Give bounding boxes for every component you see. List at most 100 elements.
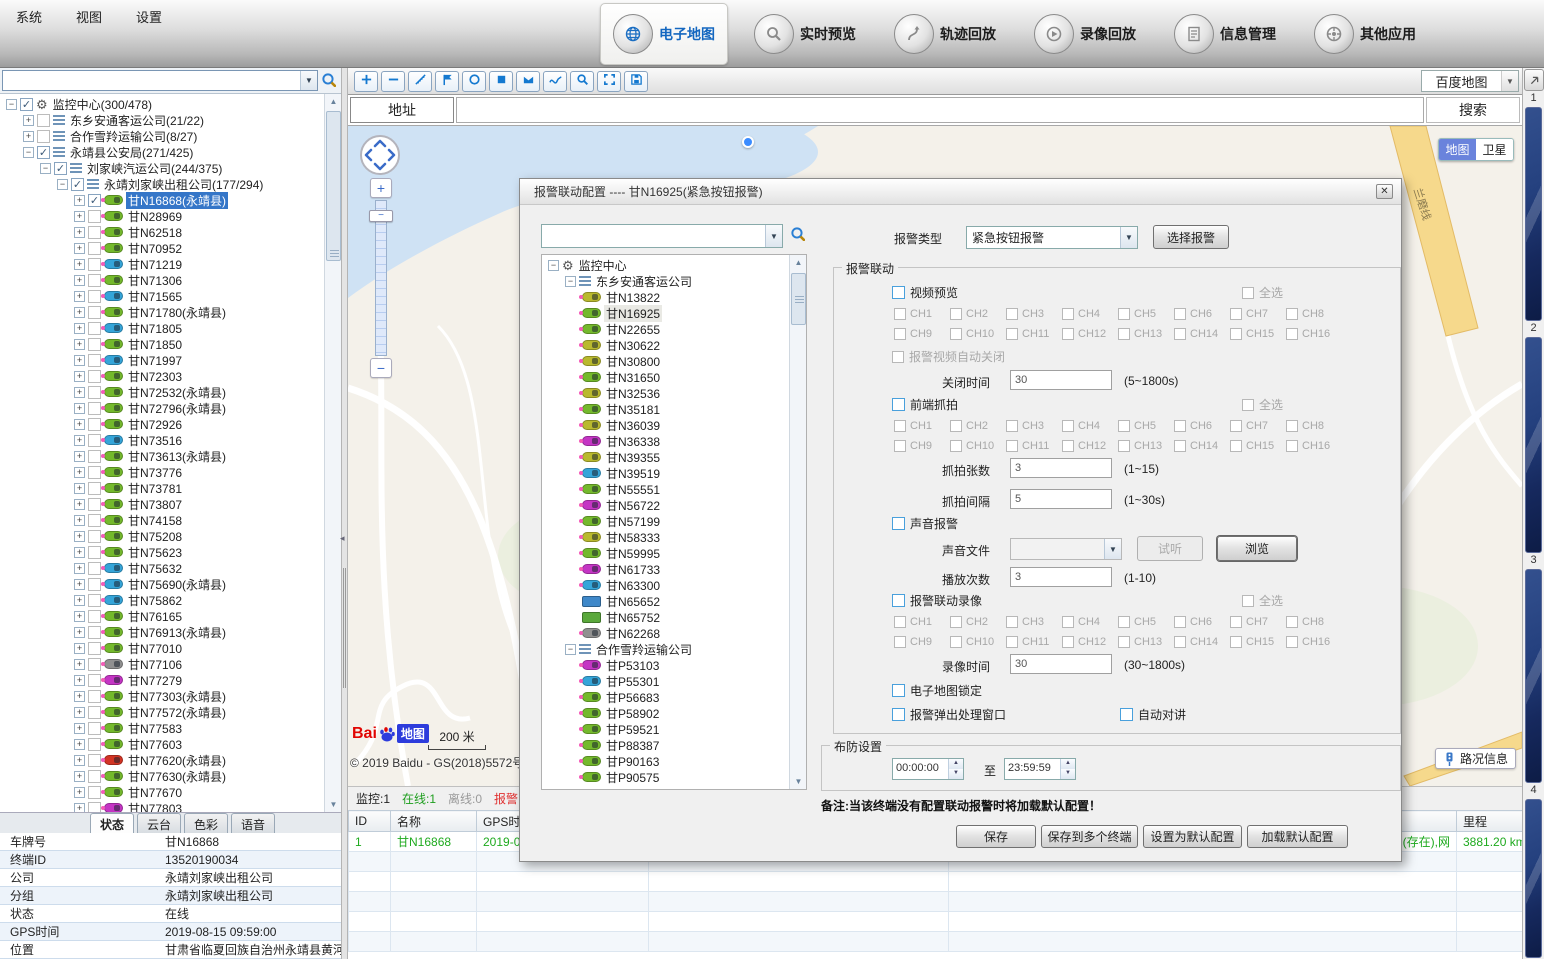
tree-item[interactable]: +甘N77583 (0, 720, 341, 736)
tree-item[interactable]: +甘N70952 (0, 240, 341, 256)
tree-item[interactable]: −✓刘家峡汽运公司(244/375) (0, 160, 341, 176)
close-icon[interactable]: ✕ (1376, 184, 1393, 199)
channel-checkbox[interactable]: CH1 (894, 304, 950, 324)
snap-interval-input[interactable] (1010, 489, 1112, 509)
channel-checkbox[interactable]: CH1 (894, 612, 950, 632)
tree-item[interactable]: 甘N39519 (542, 465, 806, 481)
channel-checkbox[interactable]: CH13 (1118, 324, 1174, 344)
record-time-input[interactable] (1010, 654, 1112, 674)
tree-item[interactable]: +甘N77603 (0, 736, 341, 752)
tree-item[interactable]: +甘N73807 (0, 496, 341, 512)
expand-icon[interactable]: + (74, 451, 85, 462)
tree-item[interactable]: +甘N77572(永靖县) (0, 704, 341, 720)
expand-icon[interactable]: + (74, 659, 85, 670)
tree-item-checkbox[interactable] (88, 690, 101, 703)
auto-talk-checkbox[interactable]: 自动对讲 (1120, 706, 1186, 723)
tree-item-checkbox[interactable] (88, 530, 101, 543)
defense-end-spinner[interactable]: 23:59:59 ▲▼ (1004, 758, 1076, 780)
tree-item-checkbox[interactable] (88, 514, 101, 527)
rectangle-tool-button[interactable] (489, 71, 513, 92)
measure-button[interactable] (408, 71, 432, 92)
address-input[interactable] (456, 97, 1424, 123)
tree-item[interactable]: +甘N77010 (0, 640, 341, 656)
channel-checkbox[interactable]: CH9 (894, 324, 950, 344)
zoom-slider-handle[interactable]: − (369, 210, 393, 222)
tree-item-checkbox[interactable] (88, 706, 101, 719)
pan-control[interactable] (358, 133, 402, 180)
tree-item[interactable]: +甘N72532(永靖县) (0, 384, 341, 400)
tree-item[interactable]: +甘N72926 (0, 416, 341, 432)
expand-icon[interactable]: + (74, 499, 85, 510)
map-zoom-in-button[interactable]: + (370, 178, 392, 198)
sound-file-select[interactable]: ▼ (1010, 538, 1122, 560)
tree-item[interactable]: 甘N57199 (542, 513, 806, 529)
tree-item[interactable]: 甘N22655 (542, 321, 806, 337)
tree-item[interactable]: +甘N75208 (0, 528, 341, 544)
tree-item[interactable]: 甘N30622 (542, 337, 806, 353)
panel-splitter[interactable]: ◂ (341, 68, 348, 959)
tree-item[interactable]: 甘N56722 (542, 497, 806, 513)
collapse-icon[interactable]: − (6, 99, 17, 110)
expand-icon[interactable]: + (74, 563, 85, 574)
expand-icon[interactable]: + (74, 787, 85, 798)
tree-item[interactable]: +甘N75862 (0, 592, 341, 608)
channel-checkbox[interactable]: CH13 (1118, 436, 1174, 456)
tree-item[interactable]: +甘N76913(永靖县) (0, 624, 341, 640)
polyline-tool-button[interactable] (543, 71, 567, 92)
channel-checkbox[interactable]: CH1 (894, 416, 950, 436)
channel-checkbox[interactable]: CH3 (1006, 416, 1062, 436)
expand-icon[interactable]: + (74, 371, 85, 382)
tree-item[interactable]: +甘N77630(永靖县) (0, 768, 341, 784)
channel-checkbox[interactable]: CH8 (1286, 304, 1342, 324)
tree-item-checkbox[interactable] (88, 418, 101, 431)
channel-checkbox[interactable]: CH8 (1286, 416, 1342, 436)
polygon-tool-button[interactable] (516, 71, 540, 92)
expand-icon[interactable]: + (74, 275, 85, 286)
tree-item-checkbox[interactable] (88, 594, 101, 607)
chevron-down-icon[interactable]: ▼ (300, 71, 317, 90)
channel-checkbox[interactable]: CH2 (950, 304, 1006, 324)
select-alarm-button[interactable]: 选择报警 (1153, 225, 1229, 249)
tree-item[interactable]: +甘N77279 (0, 672, 341, 688)
expand-icon[interactable]: + (74, 195, 85, 206)
channel-checkbox[interactable]: CH6 (1174, 612, 1230, 632)
expand-icon[interactable]: + (74, 307, 85, 318)
tree-item-checkbox[interactable] (37, 130, 50, 143)
tree-item-checkbox[interactable] (88, 226, 101, 239)
tree-item-checkbox[interactable] (88, 306, 101, 319)
tree-item[interactable]: +甘N75690(永靖县) (0, 576, 341, 592)
channel-checkbox[interactable]: CH10 (950, 632, 1006, 652)
tree-item[interactable]: +甘N77620(永靖县) (0, 752, 341, 768)
tree-search-combo[interactable]: ▼ (2, 70, 318, 91)
dialog-titlebar[interactable]: 报警联动配置 ---- 甘N16925(紧急按钮报警) ✕ (520, 179, 1401, 205)
tree-item[interactable]: +甘N75623 (0, 544, 341, 560)
expand-icon[interactable]: + (74, 707, 85, 718)
collapse-left-icon[interactable]: ◂ (340, 533, 345, 544)
channel-checkbox[interactable]: CH10 (950, 324, 1006, 344)
tab-色彩[interactable]: 色彩 (184, 813, 228, 833)
tree-item[interactable]: 甘P56683 (542, 689, 806, 705)
expand-icon[interactable]: + (23, 131, 34, 142)
video-pane[interactable] (1525, 337, 1542, 553)
collapse-icon[interactable]: − (548, 260, 559, 271)
tree-item-checkbox[interactable] (88, 578, 101, 591)
tree-item[interactable]: +甘N71997 (0, 352, 341, 368)
search-icon[interactable] (321, 72, 336, 90)
expand-icon[interactable]: + (74, 579, 85, 590)
expand-icon[interactable]: + (74, 291, 85, 302)
tree-item-checkbox[interactable] (88, 770, 101, 783)
select-all-checkbox[interactable]: 全选 (1242, 396, 1283, 413)
tree-item[interactable]: +甘N73776 (0, 464, 341, 480)
tree-item-checkbox[interactable] (88, 610, 101, 623)
tree-item-checkbox[interactable] (88, 242, 101, 255)
tree-item[interactable]: +甘N71306 (0, 272, 341, 288)
tree-item-checkbox[interactable] (88, 626, 101, 639)
menu-系统[interactable]: 系统 (12, 5, 46, 28)
tree-item-checkbox[interactable] (88, 786, 101, 799)
expand-icon[interactable]: + (74, 675, 85, 686)
tree-item[interactable]: 甘P90575 (542, 769, 806, 785)
channel-checkbox[interactable]: CH4 (1062, 416, 1118, 436)
collapse-icon[interactable]: − (23, 147, 34, 158)
tree-item[interactable]: +甘N62518 (0, 224, 341, 240)
tree-item-checkbox[interactable] (88, 738, 101, 751)
